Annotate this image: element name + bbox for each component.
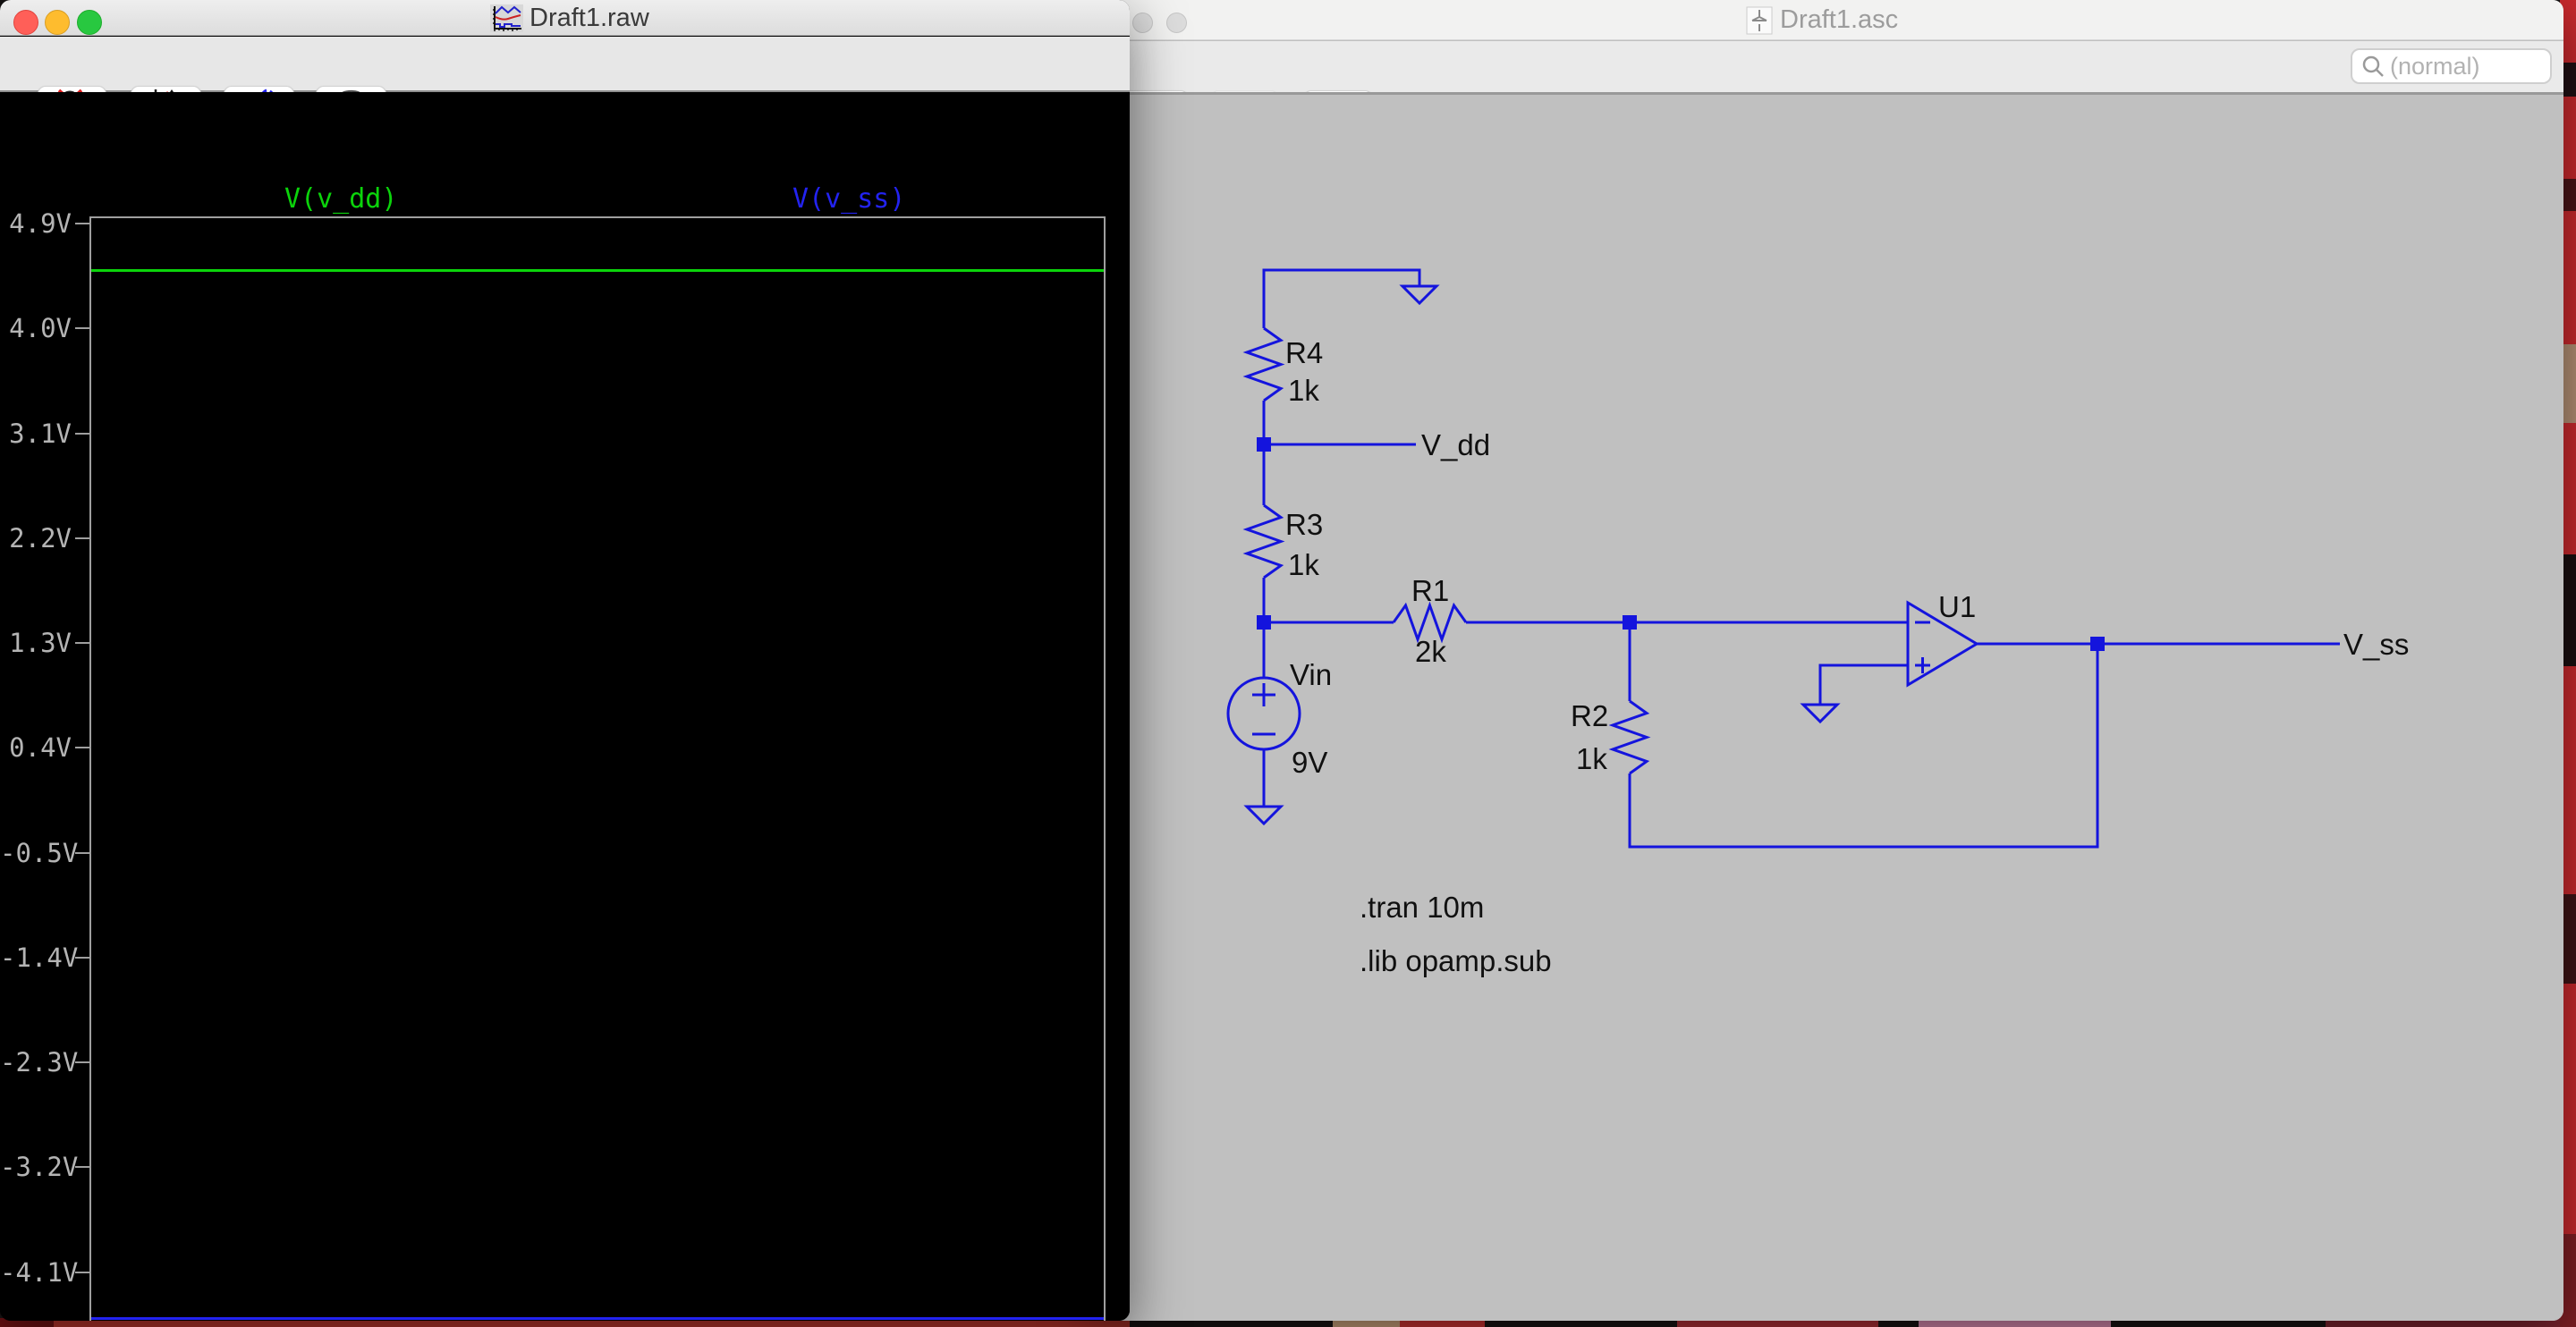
schematic-file-icon: [1746, 6, 1773, 35]
label-R2-value[interactable]: 1k: [1576, 742, 1607, 775]
y-axis-tick-label: 4.9V: [9, 208, 72, 239]
voltage-source-Vin[interactable]: [1226, 676, 1301, 751]
junction-dot: [1257, 437, 1271, 452]
y-axis-tick-label: -0.5V: [0, 837, 79, 868]
schematic-window: Draft1.asc (normal) R4 1k R3 1k R1 2k R2…: [1100, 0, 2563, 1321]
y-axis-tick-label: 3.1V: [9, 418, 72, 449]
y-axis-tick-label: 4.0V: [9, 313, 72, 344]
net-label-vdd[interactable]: V_dd: [1421, 428, 1490, 461]
net-label-vss[interactable]: V_ss: [2343, 628, 2409, 661]
label-R4-ref[interactable]: R4: [1285, 336, 1323, 369]
search-placeholder: (normal): [2390, 52, 2480, 80]
junction-dot: [1257, 615, 1271, 630]
y-axis-tick: [75, 537, 90, 539]
junction-dot: [2090, 637, 2105, 651]
y-axis-tick-label: -4.1V: [0, 1256, 79, 1288]
y-axis-tick: [75, 642, 90, 644]
trace-V(v_ss)[interactable]: [91, 1317, 1104, 1321]
minimize-button[interactable]: [45, 10, 70, 35]
trace-V(v_dd)[interactable]: [91, 268, 1104, 272]
resistor-R4[interactable]: [1242, 326, 1285, 402]
label-U1-ref[interactable]: U1: [1938, 590, 1976, 623]
waveform-titlebar[interactable]: Draft1.raw: [0, 0, 1130, 36]
schematic-drawing[interactable]: R4 1k R3 1k R1 2k R2 1k Vin 9V U1 V_dd V…: [1100, 95, 2563, 1321]
label-R2-ref[interactable]: R2: [1571, 699, 1608, 732]
waveform-toolbar: x = 16.58msy = -2.229V: [0, 37, 1130, 122]
junction-dot: [1623, 615, 1637, 630]
schematic-titlebar[interactable]: Draft1.asc: [1100, 0, 2563, 40]
wires[interactable]: [1262, 268, 2340, 849]
directive-lib[interactable]: .lib opamp.sub: [1360, 944, 1552, 977]
label-R4-value[interactable]: 1k: [1288, 374, 1319, 407]
schematic-toolbar: (normal): [1100, 41, 2563, 126]
window-title: Draft1.asc: [1780, 5, 1899, 34]
label-R3-ref[interactable]: R3: [1285, 508, 1323, 541]
y-axis-tick-label: -1.4V: [0, 942, 79, 973]
traffic-light-dim-2[interactable]: [1166, 13, 1187, 33]
close-button[interactable]: [13, 10, 38, 35]
zoom-button[interactable]: [77, 10, 102, 35]
resistor-R2[interactable]: [1608, 699, 1651, 775]
label-R1-ref[interactable]: R1: [1411, 574, 1449, 607]
label-R3-value[interactable]: 1k: [1288, 548, 1319, 581]
trace-label-V(v_dd)[interactable]: V(v_dd): [284, 185, 397, 214]
y-axis-tick: [75, 223, 90, 224]
label-Vin-value[interactable]: 9V: [1292, 746, 1327, 779]
y-axis-tick-label: -2.3V: [0, 1047, 79, 1078]
label-Vin-ref[interactable]: Vin: [1290, 658, 1332, 691]
search-input[interactable]: (normal): [2351, 48, 2552, 84]
trace-label-V(v_ss)[interactable]: V(v_ss): [792, 185, 905, 214]
search-icon: [2362, 55, 2384, 77]
label-R1-value[interactable]: 2k: [1415, 635, 1446, 668]
waveform-plot-pane[interactable]: 4.9V 4.0V 3.1V 2.2V 1.3V 0.4V -0.5V -1.4V -2.3V -…: [0, 92, 1130, 1321]
y-axis-tick-label: 1.3V: [9, 628, 72, 658]
y-axis-tick: [75, 327, 90, 330]
ground-symbol[interactable]: [1243, 284, 1841, 826]
y-axis-tick-label: -3.2V: [0, 1152, 79, 1183]
directive-tran[interactable]: .tran 10m: [1360, 891, 1484, 924]
waveform-window: Draft1.raw 4.9V 4.0V 3.1V 2.2V 1.3V 0.4V…: [0, 0, 1130, 1321]
y-axis-tick: [75, 432, 90, 435]
y-axis-tick: [75, 747, 90, 749]
window-title: Draft1.raw: [530, 4, 649, 32]
plot-frame: [89, 216, 1106, 1321]
y-axis-tick-label: 0.4V: [9, 732, 72, 764]
resistor-R3[interactable]: [1242, 503, 1285, 579]
traffic-light-dim-1[interactable]: [1132, 13, 1153, 33]
y-axis-tick-label: 2.2V: [9, 522, 72, 554]
waveform-file-icon: [490, 4, 523, 32]
